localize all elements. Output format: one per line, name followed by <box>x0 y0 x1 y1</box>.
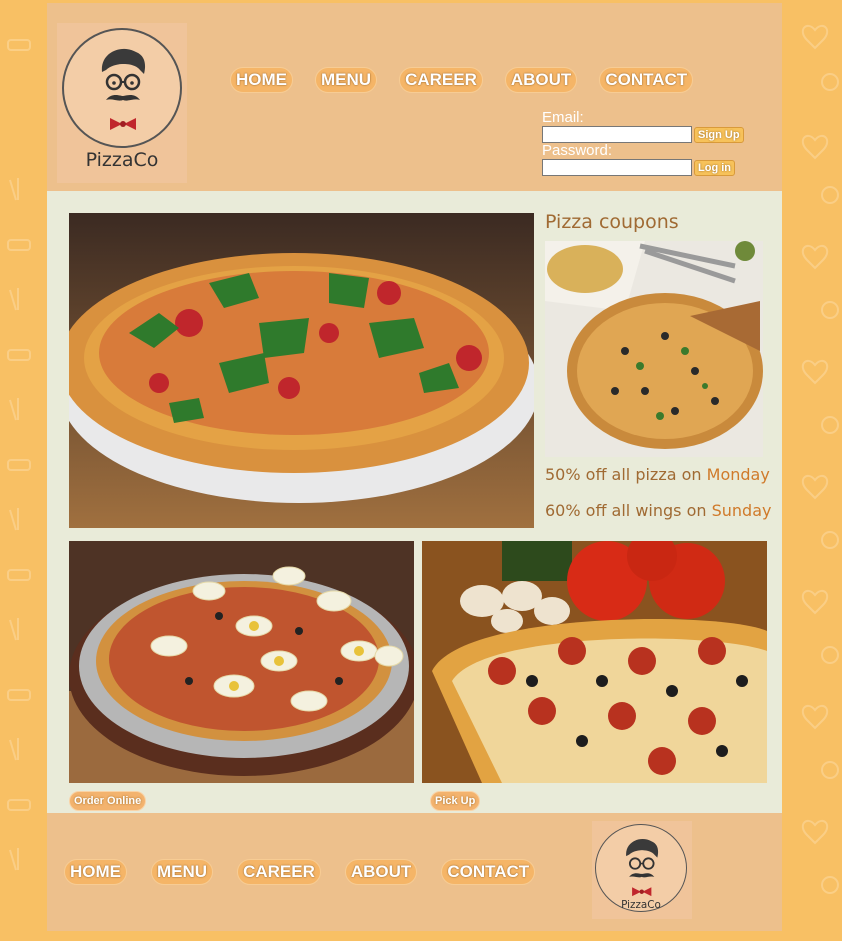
footer-logo[interactable]: PizzaCo <box>592 821 692 919</box>
nav-contact-button[interactable]: CONTACT <box>599 67 694 93</box>
login-form: Email: Sign Up Password: Log in <box>542 110 762 176</box>
password-field[interactable] <box>542 159 692 176</box>
nav-career-button[interactable]: CAREER <box>399 67 483 93</box>
nav-home-button[interactable]: HOME <box>230 67 293 93</box>
coupon-2-day: Sunday <box>711 501 772 520</box>
coupons-title: Pizza coupons <box>545 211 679 233</box>
footer-nav: HOME MENU CAREER ABOUT CONTACT <box>64 859 536 885</box>
nav-menu-button[interactable]: MENU <box>315 67 378 93</box>
coupon-1-text: 50% off all pizza on <box>545 465 707 484</box>
coupon-2-text: 60% off all wings on <box>545 501 712 520</box>
hero-pizza-image <box>69 213 534 528</box>
pizzaco-mascot-logo-icon <box>62 28 182 148</box>
logo[interactable]: PizzaCo <box>57 23 187 183</box>
email-label: Email: <box>542 109 584 126</box>
footer-nav-contact-button[interactable]: CONTACT <box>441 859 536 885</box>
sign-up-button[interactable]: Sign Up <box>694 126 744 143</box>
egg-pizza-image <box>69 541 414 783</box>
coupon-pizza-monday: 50% off all pizza on Monday <box>545 465 770 484</box>
pepperoni-pizza-image <box>422 541 767 783</box>
nav-about-button[interactable]: ABOUT <box>504 67 578 93</box>
footer-nav-home-button[interactable]: HOME <box>64 859 127 885</box>
coupon-1-day: Monday <box>706 465 770 484</box>
logo-text: PizzaCo <box>85 149 159 171</box>
footer-nav-career-button[interactable]: CAREER <box>237 859 321 885</box>
log-in-button[interactable]: Log in <box>694 159 735 176</box>
email-field[interactable] <box>542 126 692 143</box>
site-footer: HOME MENU CAREER ABOUT CONTACT PizzaCo <box>47 813 782 931</box>
order-online-button[interactable]: Order Online <box>69 791 147 811</box>
coupon-wings-sunday: 60% off all wings on Sunday <box>545 501 771 520</box>
footer-logo-text: PizzaCo <box>621 899 661 911</box>
page-container: PizzaCo HOME MENU CAREER ABOUT CONTACT E… <box>47 3 782 931</box>
password-label: Password: <box>542 142 613 159</box>
pick-up-button[interactable]: Pick Up <box>430 791 481 811</box>
top-nav: HOME MENU CAREER ABOUT CONTACT <box>230 67 694 93</box>
pizzaco-mascot-logo-icon: PizzaCo <box>595 824 687 912</box>
site-header: PizzaCo HOME MENU CAREER ABOUT CONTACT E… <box>47 3 782 191</box>
footer-nav-about-button[interactable]: ABOUT <box>344 859 418 885</box>
coupon-pizza-image <box>545 241 763 457</box>
footer-nav-menu-button[interactable]: MENU <box>151 859 214 885</box>
